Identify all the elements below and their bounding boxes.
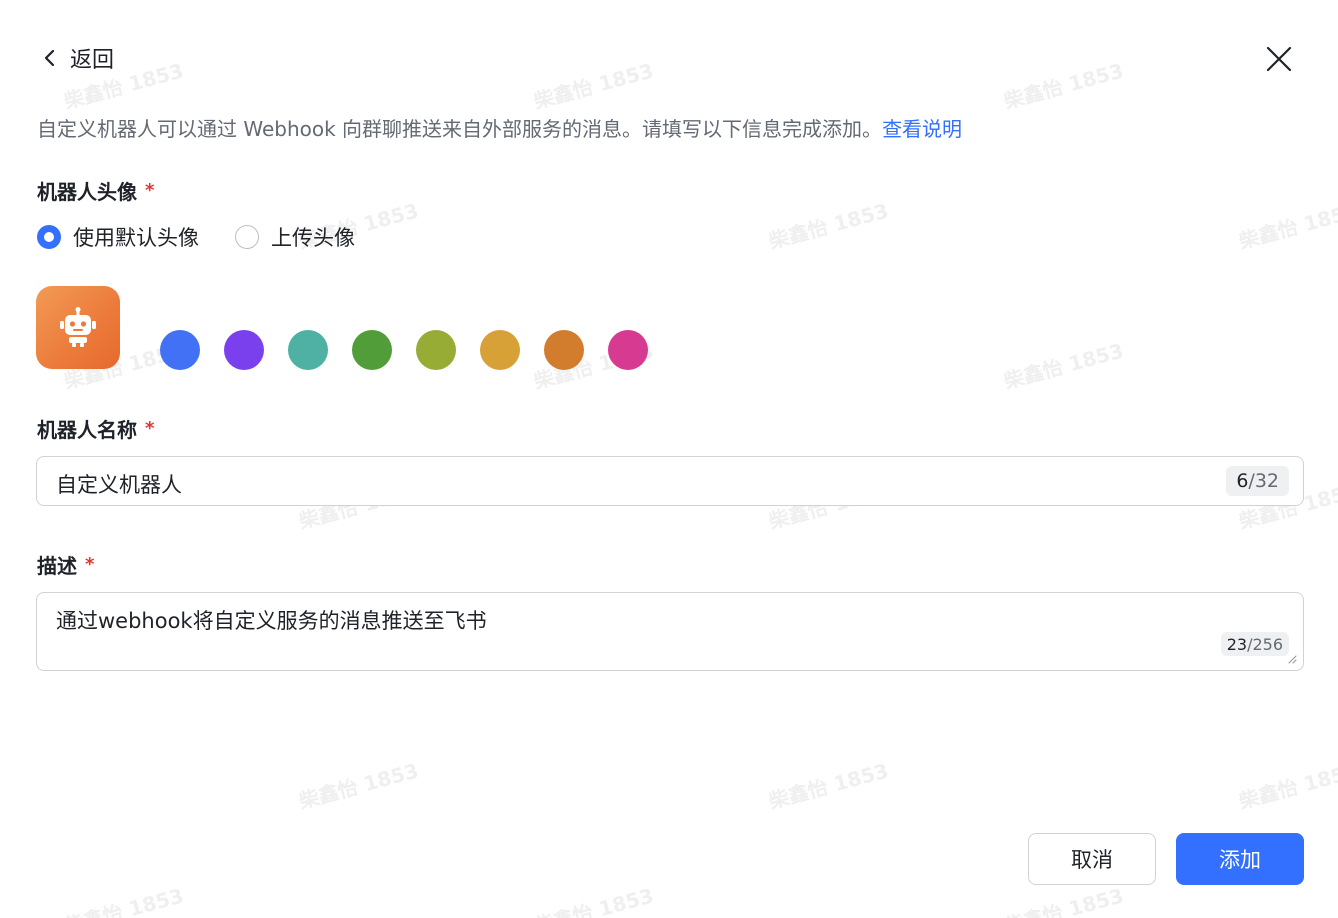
name-count-max: /32 [1248, 470, 1279, 492]
intro-text: 自定义机器人可以通过 Webhook 向群聊推送来自外部服务的消息。请填写以下信… [37, 113, 962, 142]
radio-unchecked-icon [235, 225, 259, 249]
watermark-text: 柴鑫怡 1853 [766, 198, 892, 254]
description-char-counter: 23/256 [1220, 632, 1289, 656]
name-label-text: 机器人名称 [37, 418, 137, 442]
avatar-label: 机器人头像 * [37, 176, 154, 205]
watermark-text: 柴鑫怡 1853 [531, 58, 657, 114]
chevron-left-icon [44, 49, 55, 67]
radio-default-avatar[interactable]: 使用默认头像 [37, 222, 199, 252]
color-swatch[interactable] [608, 330, 648, 370]
bot-name-input[interactable]: 自定义机器人 6/32 [36, 456, 1304, 506]
required-mark: * [145, 418, 155, 439]
watermark-text: 柴鑫怡 1853 [531, 883, 657, 918]
watermark-text: 柴鑫怡 1853 [1236, 198, 1338, 254]
watermark-text: 柴鑫怡 1853 [1001, 58, 1127, 114]
close-icon[interactable] [1264, 44, 1294, 74]
resize-handle-icon[interactable] [1287, 654, 1297, 664]
color-swatch[interactable] [352, 330, 392, 370]
view-docs-link[interactable]: 查看说明 [882, 117, 962, 141]
required-mark: * [85, 554, 95, 575]
watermark-text: 柴鑫怡 1853 [1236, 758, 1338, 814]
watermark-text: 柴鑫怡 1853 [1001, 338, 1127, 394]
color-swatch[interactable] [544, 330, 584, 370]
name-count-current: 6 [1236, 470, 1249, 492]
bot-name-value: 自定义机器人 [56, 473, 182, 497]
color-swatch[interactable] [288, 330, 328, 370]
intro-description: 自定义机器人可以通过 Webhook 向群聊推送来自外部服务的消息。请填写以下信… [37, 117, 883, 141]
color-swatch[interactable] [224, 330, 264, 370]
color-swatch[interactable] [416, 330, 456, 370]
name-label: 机器人名称 * [37, 414, 154, 443]
watermark-text: 柴鑫怡 1853 [1001, 883, 1127, 918]
bot-avatar-preview [36, 286, 120, 369]
robot-icon [60, 306, 96, 347]
radio-upload-avatar[interactable]: 上传头像 [235, 222, 355, 252]
color-swatch[interactable] [480, 330, 520, 370]
name-char-counter: 6/32 [1226, 466, 1289, 496]
description-label: 描述 * [37, 550, 94, 579]
avatar-label-text: 机器人头像 [37, 180, 137, 204]
avatar-type-radio-group: 使用默认头像 上传头像 [37, 222, 355, 252]
avatar-color-swatches [160, 330, 648, 370]
color-swatch[interactable] [160, 330, 200, 370]
back-label: 返回 [70, 48, 115, 73]
cancel-button[interactable]: 取消 [1028, 833, 1156, 885]
watermark-text: 柴鑫怡 1853 [296, 758, 422, 814]
description-label-text: 描述 [37, 554, 77, 578]
description-count-current: 23 [1226, 634, 1248, 654]
watermark-text: 柴鑫怡 1853 [766, 758, 892, 814]
description-count-max: /256 [1247, 634, 1283, 654]
radio-label: 使用默认头像 [73, 226, 199, 250]
add-custom-bot-dialog: 柴鑫怡 1853 柴鑫怡 1853 柴鑫怡 1853 柴鑫怡 1853 柴鑫怡 … [0, 0, 1338, 918]
watermark-text: 柴鑫怡 1853 [61, 883, 187, 918]
radio-label: 上传头像 [271, 226, 355, 250]
radio-checked-icon [37, 225, 61, 249]
description-value: 通过webhook将自定义服务的消息推送至飞书 [56, 609, 487, 633]
add-button[interactable]: 添加 [1176, 833, 1304, 885]
back-button[interactable]: 返回 [40, 42, 114, 74]
description-textarea[interactable]: 通过webhook将自定义服务的消息推送至飞书 23/256 [36, 592, 1304, 671]
required-mark: * [145, 180, 155, 201]
